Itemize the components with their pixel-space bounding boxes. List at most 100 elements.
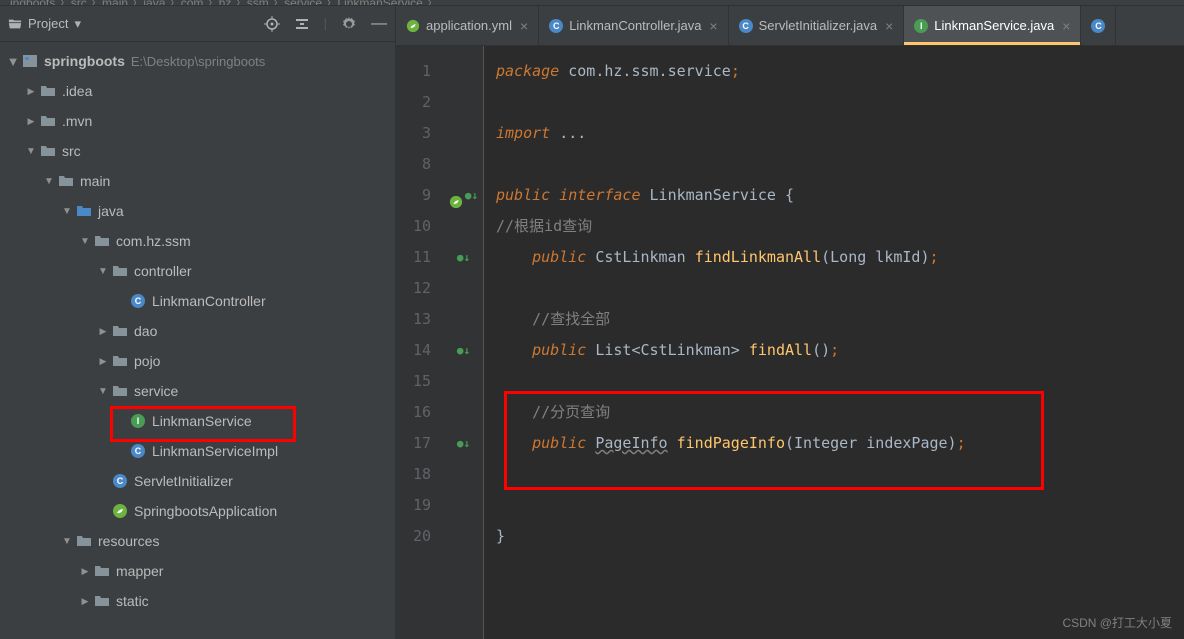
tab-application-yml[interactable]: application.yml×	[396, 6, 539, 45]
module-icon	[22, 53, 38, 69]
tree-item-resources[interactable]: ▼ resources	[0, 526, 395, 556]
expand-arrow-icon[interactable]: ▶	[96, 354, 110, 368]
code-line[interactable]: import ...	[496, 118, 1184, 149]
spring-icon	[112, 503, 128, 519]
code-line[interactable]	[496, 273, 1184, 304]
folder-blue-icon	[76, 203, 92, 219]
tree-item-label: resources	[98, 533, 159, 549]
expand-arrow-icon[interactable]: ▶	[78, 594, 92, 608]
code-line[interactable]	[496, 87, 1184, 118]
sidebar-header: Project ▾ | —	[0, 6, 395, 42]
code-line[interactable]	[496, 552, 1184, 583]
folder-icon	[40, 83, 56, 99]
code-line[interactable]	[496, 459, 1184, 490]
tab-overflow[interactable]: C	[1081, 6, 1116, 45]
code-line[interactable]: public interface LinkmanService {	[496, 180, 1184, 211]
tree-item-servletinitializer[interactable]: CServletInitializer	[0, 466, 395, 496]
class-blue-icon: C	[739, 19, 753, 33]
line-number: 3	[396, 118, 431, 149]
gutter-icon-row	[444, 56, 483, 87]
tree-item--mvn[interactable]: ▶.mvn	[0, 106, 395, 136]
project-sidebar: Project ▾ | — ▼ springboots E:\Desktop\s…	[0, 6, 396, 639]
tab-linkmancontroller-java[interactable]: C LinkmanController.java ×	[539, 6, 728, 45]
close-icon[interactable]: ×	[1062, 18, 1070, 34]
expand-arrow-icon[interactable]: ▼	[60, 534, 74, 548]
expand-arrow-icon[interactable]: ▶	[96, 324, 110, 338]
code-line[interactable]: public PageInfo findPageInfo(Integer ind…	[496, 428, 1184, 459]
tree-item-src[interactable]: ▼src	[0, 136, 395, 166]
target-icon[interactable]	[264, 16, 280, 32]
tree-item-label: java	[98, 203, 124, 219]
code-line[interactable]: }	[496, 521, 1184, 552]
gutter-icon-row: ●↓	[444, 428, 483, 459]
close-icon[interactable]: ×	[885, 18, 893, 34]
expand-arrow-icon[interactable]: ▼	[96, 384, 110, 398]
project-dropdown[interactable]: Project ▾	[8, 16, 81, 32]
expand-arrow-icon[interactable]: ▼	[24, 144, 38, 158]
tree-item-com-hz-ssm[interactable]: ▼com.hz.ssm	[0, 226, 395, 256]
line-number: 13	[396, 304, 431, 335]
class-blue-icon: C	[130, 443, 146, 459]
code-line[interactable]: //分页查询	[496, 397, 1184, 428]
collapse-icon[interactable]	[294, 16, 310, 32]
code-line[interactable]	[496, 149, 1184, 180]
spring-gutter-icon[interactable]	[449, 189, 463, 203]
gutter-icon-row	[444, 211, 483, 242]
expand-arrow-icon[interactable]: ▶	[24, 114, 38, 128]
tree-item-java[interactable]: ▼ java	[0, 196, 395, 226]
gutter-icon-row	[444, 490, 483, 521]
class-blue-icon: C	[549, 19, 563, 33]
close-icon[interactable]: ×	[709, 18, 717, 34]
expand-arrow-icon[interactable]: ▼	[6, 54, 20, 68]
expand-arrow-icon[interactable]: ▶	[24, 84, 38, 98]
code-line[interactable]: package com.hz.ssm.service;	[496, 56, 1184, 87]
tree-item-dao[interactable]: ▶dao	[0, 316, 395, 346]
implemented-icon[interactable]: ●↓	[457, 335, 470, 366]
hide-icon[interactable]: —	[371, 16, 387, 32]
tab-label: LinkmanController.java	[569, 18, 701, 33]
expand-arrow-icon[interactable]: ▼	[60, 204, 74, 218]
tab-servletinitializer-java[interactable]: CServletInitializer.java×	[729, 6, 905, 45]
code-line[interactable]: //查找全部	[496, 304, 1184, 335]
implemented-icon[interactable]: ●↓	[457, 242, 470, 273]
code-line[interactable]	[496, 366, 1184, 397]
expand-arrow-icon[interactable]: ▶	[78, 564, 92, 578]
tree-item-main[interactable]: ▼main	[0, 166, 395, 196]
tree-item-pojo[interactable]: ▶pojo	[0, 346, 395, 376]
expand-arrow-icon[interactable]: ▼	[96, 264, 110, 278]
tab-linkmanservice-java[interactable]: ILinkmanService.java×	[904, 6, 1081, 45]
editor-area: application.yml× C LinkmanController.java ×…	[396, 6, 1184, 639]
tree-item-label: LinkmanService	[152, 413, 252, 429]
code-line[interactable]: public CstLinkman findLinkmanAll(Long lk…	[496, 242, 1184, 273]
expand-arrow-icon[interactable]: ▼	[78, 234, 92, 248]
tree-item-service[interactable]: ▼service	[0, 376, 395, 406]
tree-item-static[interactable]: ▶static	[0, 586, 395, 616]
folder-icon	[58, 173, 74, 189]
tree-item-springbootsapplication[interactable]: SpringbootsApplication	[0, 496, 395, 526]
line-number: 8	[396, 149, 431, 180]
project-icon	[8, 17, 22, 31]
line-number: 16	[396, 397, 431, 428]
close-icon[interactable]: ×	[520, 18, 528, 34]
tree-item-linkmanservice[interactable]: ILinkmanService	[0, 406, 395, 436]
implemented-icon[interactable]: ●↓	[465, 180, 478, 211]
expand-arrow-icon[interactable]: ▼	[42, 174, 56, 188]
editor-body[interactable]: 123891011121314151617181920 ●↓●↓●↓●↓ pac…	[396, 46, 1184, 639]
code-line[interactable]	[496, 490, 1184, 521]
implemented-icon[interactable]: ●↓	[457, 428, 470, 459]
tree-item-linkmancontroller[interactable]: CLinkmanController	[0, 286, 395, 316]
class-blue-icon: C	[1091, 19, 1105, 33]
tree-item-mapper[interactable]: ▶mapper	[0, 556, 395, 586]
tree-root[interactable]: ▼ springboots E:\Desktop\springboots	[0, 46, 395, 76]
project-label-text: Project	[28, 16, 68, 31]
code-line[interactable]: public List<CstLinkman> findAll();	[496, 335, 1184, 366]
tree-item-controller[interactable]: ▼controller	[0, 256, 395, 286]
gear-icon[interactable]	[341, 16, 357, 32]
line-number: 2	[396, 87, 431, 118]
line-gutter: 123891011121314151617181920	[396, 46, 444, 639]
tree-item-linkmanserviceimpl[interactable]: CLinkmanServiceImpl	[0, 436, 395, 466]
line-number: 10	[396, 211, 431, 242]
tree-item--idea[interactable]: ▶.idea	[0, 76, 395, 106]
code-content[interactable]: package com.hz.ssm.service; import ... pub…	[484, 46, 1184, 639]
code-line[interactable]: //根据id查询	[496, 211, 1184, 242]
